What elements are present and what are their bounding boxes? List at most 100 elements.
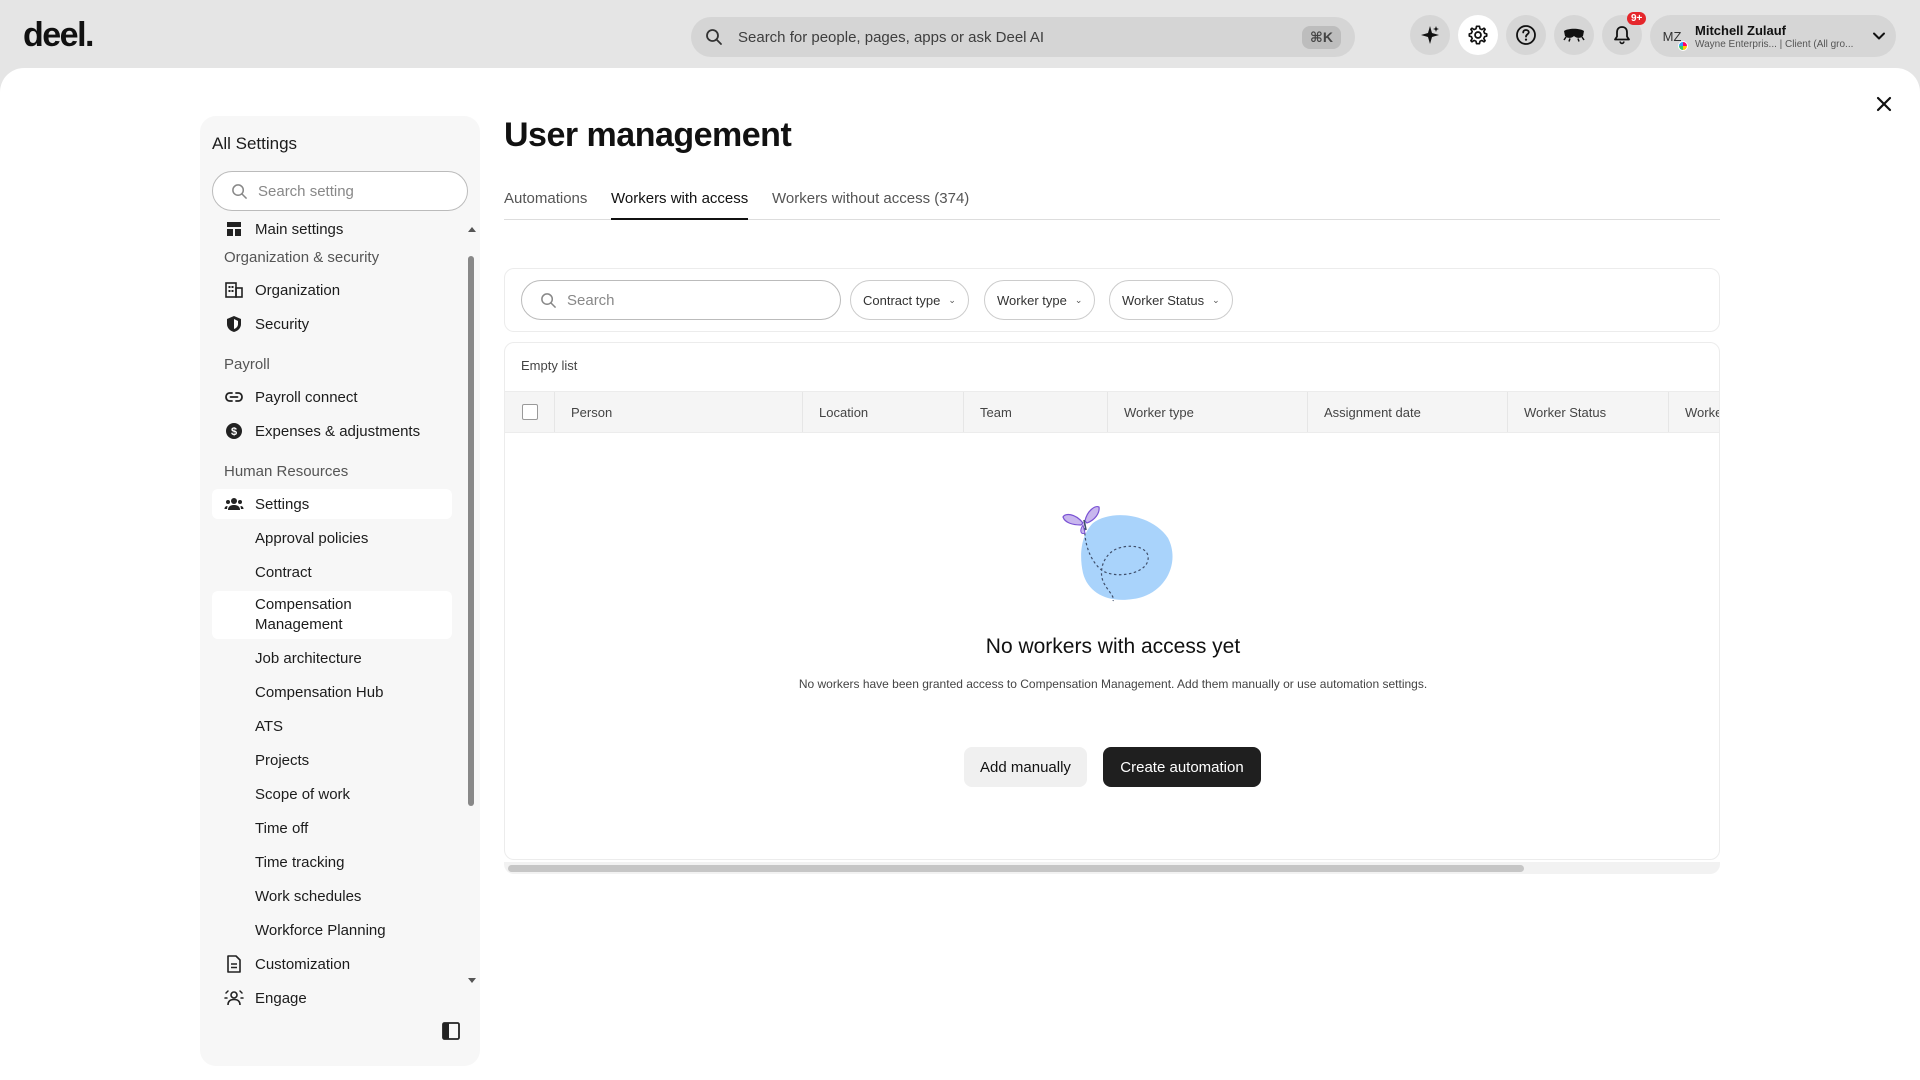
sidebar-item-label: Customization [255,955,351,973]
settings-panel: All Settings Search setting Main setting… [0,68,1920,1080]
column-header-assignment-date[interactable]: Assignment date [1308,392,1508,432]
add-manually-button[interactable]: Add manually [964,747,1087,787]
sidebar-item-label: Scope of work [255,785,351,803]
settings-sidebar: All Settings Search setting Main setting… [200,116,480,1066]
people-icon [224,494,244,514]
scroll-up-arrow-icon[interactable] [468,227,476,232]
column-header-team[interactable]: Team [964,392,1108,432]
deel-logo[interactable]: deel. [23,16,94,55]
chevron-down-icon: ⌄ [1074,294,1083,305]
search-icon [703,26,725,48]
sidebar-collapse-button[interactable] [442,1022,460,1040]
global-search-input[interactable]: Search for people, pages, apps or ask De… [691,17,1355,57]
keyboard-shortcut: ⌘K [1301,25,1341,49]
shield-icon [224,314,244,334]
person-engage-icon [224,988,244,1008]
sidebar-item-engage[interactable]: Engage [212,983,452,1013]
sidebar-scrollbar[interactable] [468,256,474,806]
create-automation-button[interactable]: Create automation [1103,747,1261,787]
sidebar-item-settings[interactable]: Settings [212,489,452,519]
column-header-person[interactable]: Person [555,392,803,432]
sidebar-item-label: ATS [255,717,284,735]
tab-workers-without-access[interactable]: Workers without access (374) [772,190,969,220]
filter-label: Worker Status [1122,292,1205,308]
sidebar-item-projects[interactable]: Projects [212,745,452,775]
close-icon [1876,96,1892,112]
sidebar-item-label: Expenses & adjustments [255,422,421,440]
sidebar-item-expenses[interactable]: $ Expenses & adjustments [212,416,452,446]
column-header-worker-truncated[interactable]: Worke [1669,392,1719,432]
building-icon [224,280,244,300]
avatar-initials: MZ [1662,28,1682,44]
help-button[interactable] [1506,15,1546,55]
sidebar-section-payroll: Payroll [224,356,270,373]
search-icon [232,183,247,199]
sidebar-item-label: Compensation [255,596,352,613]
focus-mode-button[interactable] [1554,15,1594,55]
sidebar-item-scope-of-work[interactable]: Scope of work [212,779,452,809]
sidebar-section-org-security: Organization & security [224,249,380,266]
table-header: Person Location Team Worker type Assignm… [505,391,1719,433]
select-all-checkbox[interactable] [522,404,538,420]
gear-icon [1468,25,1488,45]
column-header-location[interactable]: Location [803,392,964,432]
sidebar-item-label: Contract [255,563,312,581]
sidebar-item-time-off[interactable]: Time off [212,813,452,843]
empty-state-description: No workers have been granted access to C… [798,677,1428,691]
sidebar-item-label: Payroll connect [255,388,358,406]
sidebar-toggle-icon [442,1022,460,1040]
sidebar-item-workforce-planning[interactable]: Workforce Planning [212,915,452,945]
sidebar-item-work-schedules[interactable]: Work schedules [212,881,452,911]
org-badge-icon [1678,41,1688,51]
column-header-worker-type[interactable]: Worker type [1108,392,1308,432]
chevron-down-icon [1873,32,1885,40]
tab-automations[interactable]: Automations [504,190,587,220]
sidebar-item-label: Approval policies [255,529,369,547]
sidebar-item-label: Main settings [255,220,344,238]
butterfly-illustration-icon [1043,493,1183,608]
settings-button[interactable] [1458,15,1498,55]
sidebar-title: All Settings [212,134,298,153]
sidebar-item-security[interactable]: Security [212,309,452,339]
sidebar-item-organization[interactable]: Organization [212,275,452,305]
sidebar-item-contract[interactable]: Contract [212,557,452,587]
svg-text:$: $ [231,426,237,438]
sparkle-icon [1421,26,1439,44]
sidebar-search-placeholder: Search setting [258,182,354,200]
contract-type-filter[interactable]: Contract type ⌄ [850,280,969,320]
sidebar-item-payroll-connect[interactable]: Payroll connect [212,382,452,412]
worker-search-input[interactable]: Search [521,280,841,320]
sidebar-item-main-settings[interactable]: Main settings [212,214,452,244]
ai-sparkle-button[interactable] [1410,15,1450,55]
top-bar: deel. Search for people, pages, apps or … [0,0,1920,68]
sidebar-item-label: Time off [255,819,309,837]
worker-status-filter[interactable]: Worker Status ⌄ [1109,280,1233,320]
sidebar-item-ats[interactable]: ATS [212,711,452,741]
scroll-down-arrow-icon[interactable] [468,978,476,983]
sidebar-item-label: Management [255,616,343,633]
sidebar-item-approval-policies[interactable]: Approval policies [212,523,452,553]
sidebar-item-time-tracking[interactable]: Time tracking [212,847,452,877]
scrollbar-thumb[interactable] [508,865,1524,872]
close-button[interactable] [1871,91,1897,117]
tab-workers-with-access[interactable]: Workers with access [611,190,749,220]
notifications-button[interactable]: 9+ [1602,12,1647,55]
table-horizontal-scrollbar[interactable] [504,862,1720,874]
sidebar-item-compensation-hub[interactable]: Compensation Hub [212,677,452,707]
column-header-worker-status[interactable]: Worker Status [1508,392,1669,432]
global-search-placeholder: Search for people, pages, apps or ask De… [738,28,1045,46]
filter-label: Worker type [997,292,1067,308]
sidebar-item-customization[interactable]: Customization [212,949,452,979]
filter-label: Contract type [863,292,941,308]
worker-type-filter[interactable]: Worker type ⌄ [984,280,1096,320]
user-org-role: Wayne Enterpris... | Client (All gro... [1695,38,1854,50]
sidebar-item-label: Workforce Planning [255,921,386,939]
search-icon [541,292,556,308]
sidebar-search-input[interactable]: Search setting [212,171,468,211]
sidebar-item-job-architecture[interactable]: Job architecture [212,643,452,673]
user-menu-button[interactable]: MZ Mitchell Zulauf Wayne Enterpris... | … [1650,15,1896,57]
workers-table: Empty list Person Location Team Worker t… [504,342,1720,860]
sidebar-item-compensation-management[interactable]: Compensation Management [212,591,452,639]
sidebar-item-label: Engage [255,989,307,1007]
document-icon [224,954,244,974]
